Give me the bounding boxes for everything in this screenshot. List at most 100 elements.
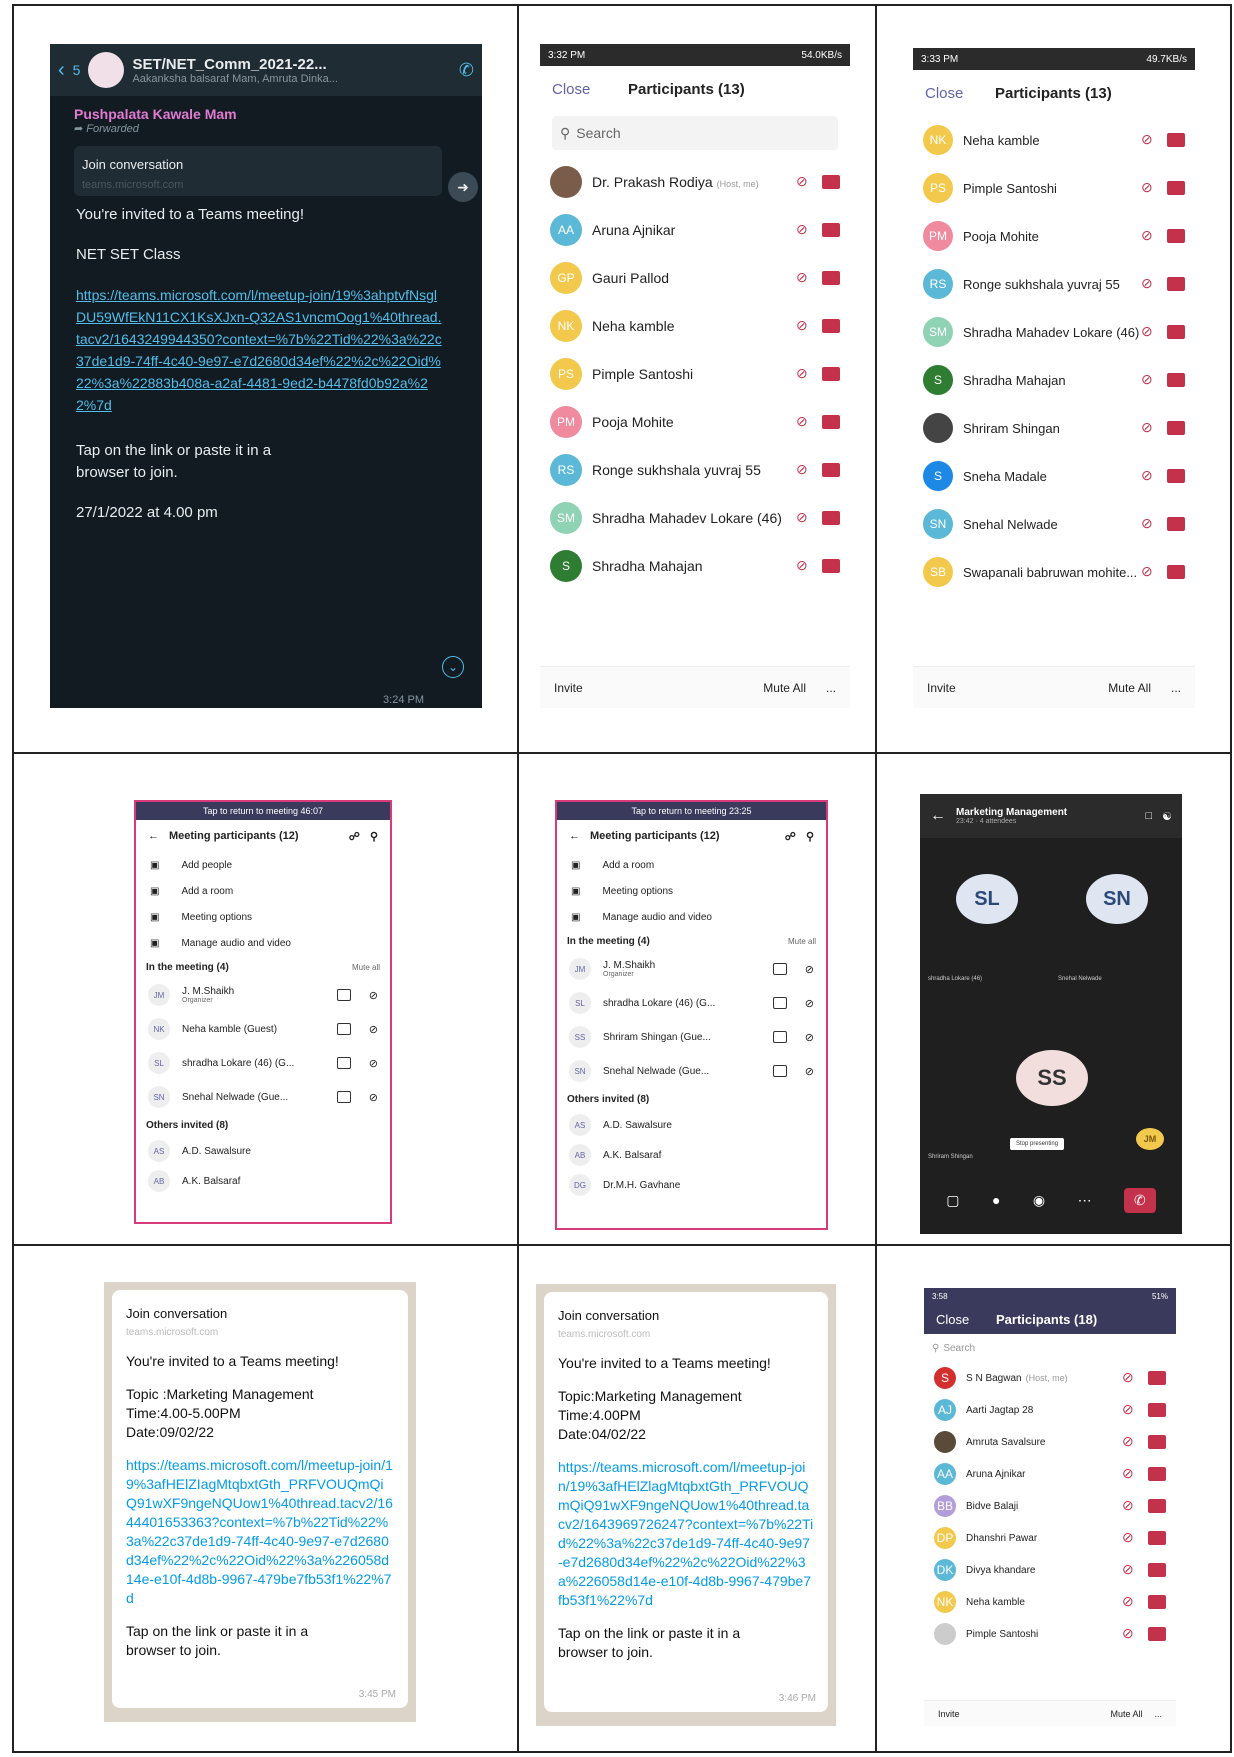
video-off-icon[interactable] [336, 1023, 351, 1035]
mic-off-icon[interactable]: ⊘ [796, 269, 808, 287]
meeting-link[interactable]: https://teams.microsoft.com/l/meetup-joi… [76, 284, 442, 416]
mic-off-icon[interactable]: ⊘ [1141, 371, 1153, 389]
video-off-icon[interactable] [772, 997, 787, 1009]
video-off-icon[interactable] [772, 963, 787, 975]
mic-off-icon[interactable]: ⊘ [1141, 467, 1153, 485]
mic-off-icon[interactable]: ⊘ [1141, 131, 1153, 149]
participant-row[interactable]: BB Bidve Balaji ⊘ [924, 1490, 1176, 1522]
meeting-option[interactable]: ▣ Manage audio and video [136, 930, 390, 956]
mic-off-icon[interactable]: ⊘ [1122, 1529, 1134, 1547]
back-arrow-icon[interactable]: ← [930, 807, 946, 825]
mic-off-icon[interactable]: ⊘ [1122, 1593, 1134, 1611]
mic-off-icon[interactable]: ⊘ [805, 1065, 814, 1078]
participant-row[interactable]: PS Pimple Santoshi ⊘ [540, 350, 850, 398]
participant-row[interactable]: SB Swapanali babruwan mohite... ⊘ [913, 548, 1195, 596]
video-off-icon[interactable] [336, 1091, 351, 1103]
join-preview[interactable]: Join conversation teams.microsoft.com [74, 146, 442, 196]
video-off-icon[interactable] [822, 463, 840, 477]
video-off-icon[interactable] [1167, 565, 1185, 579]
close-button[interactable]: Close [552, 81, 628, 98]
search-input[interactable]: ⚲ Search [552, 116, 838, 150]
video-off-icon[interactable] [1167, 421, 1185, 435]
mic-off-icon[interactable]: ⊘ [369, 989, 378, 1002]
video-off-icon[interactable] [1167, 229, 1185, 243]
mic-off-icon[interactable]: ⊘ [796, 365, 808, 383]
video-off-icon[interactable] [772, 1031, 787, 1043]
return-banner[interactable]: Tap to return to meeting 46:07 [136, 802, 390, 820]
back-arrow-icon[interactable]: ← [569, 830, 580, 842]
participant-row[interactable]: RS Ronge sukhshala yuvraj 55 ⊘ [540, 446, 850, 494]
participant-row[interactable]: RS Ronge sukhshala yuvraj 55 ⊘ [913, 260, 1195, 308]
chat-icon[interactable]: □ [1145, 810, 1152, 822]
mic-off-icon[interactable]: ⊘ [805, 963, 814, 976]
video-off-icon[interactable]: ▢ [946, 1192, 959, 1209]
meeting-option[interactable]: ▣ Manage audio and video [557, 904, 826, 930]
meeting-link[interactable]: https://teams.microsoft.com/l/meetup-joi… [126, 1456, 394, 1608]
video-off-icon[interactable] [1167, 133, 1185, 147]
search-icon[interactable]: ⚲ [806, 830, 814, 843]
mic-off-icon[interactable]: ⊘ [796, 509, 808, 527]
meeting-participant-row[interactable]: SL shradha Lokare (46) (G... ⊘ [136, 1046, 390, 1080]
participant-row[interactable]: S Shradha Mahajan ⊘ [540, 542, 850, 590]
video-off-icon[interactable] [1167, 181, 1185, 195]
mic-off-icon[interactable]: ⊘ [1122, 1465, 1134, 1483]
participant-row[interactable]: AA Aruna Ajnikar ⊘ [924, 1458, 1176, 1490]
participant-row[interactable]: Shriram Shingan ⊘ [913, 404, 1195, 452]
participant-row[interactable]: PS Pimple Santoshi ⊘ [913, 164, 1195, 212]
video-off-icon[interactable] [822, 319, 840, 333]
mic-off-icon[interactable]: ⊘ [796, 461, 808, 479]
mute-all-button[interactable]: Mute All [763, 681, 806, 695]
scroll-down-button[interactable]: ⌄ [442, 656, 464, 678]
share-icon[interactable]: ☍ [785, 830, 796, 843]
mic-off-icon[interactable]: ⊘ [1141, 179, 1153, 197]
join-title[interactable]: Join conversation [126, 1304, 394, 1323]
video-off-icon[interactable] [822, 559, 840, 573]
invited-participant-row[interactable]: DG Dr.M.H. Gavhane [557, 1170, 826, 1200]
mic-off-icon[interactable]: ⊘ [369, 1023, 378, 1036]
mute-all-button[interactable]: Mute All [1110, 1709, 1142, 1719]
video-off-icon[interactable] [822, 367, 840, 381]
video-off-icon[interactable] [822, 175, 840, 189]
meeting-option[interactable]: ▣ Add a room [557, 852, 826, 878]
participant-row[interactable]: AA Aruna Ajnikar ⊘ [540, 206, 850, 254]
close-button[interactable]: Close [936, 1312, 996, 1327]
meeting-link[interactable]: https://teams.microsoft.com/l/meetup-joi… [558, 1458, 814, 1610]
video-off-icon[interactable] [822, 271, 840, 285]
back-arrow-icon[interactable]: ← [148, 830, 159, 842]
return-banner[interactable]: Tap to return to meeting 23:25 [557, 802, 826, 820]
invited-participant-row[interactable]: AS A.D. Sawalsure [557, 1110, 826, 1140]
video-off-icon[interactable] [1148, 1403, 1166, 1417]
video-off-icon[interactable] [1167, 469, 1185, 483]
meeting-participant-row[interactable]: NK Neha kamble (Guest) ⊘ [136, 1012, 390, 1046]
join-title[interactable]: Join conversation [558, 1306, 814, 1325]
mic-off-icon[interactable]: ⊘ [1122, 1369, 1134, 1387]
mic-off-icon[interactable]: ⊘ [796, 557, 808, 575]
mic-off-icon[interactable]: ⊘ [1141, 323, 1153, 341]
participant-row[interactable]: PM Pooja Mohite ⊘ [540, 398, 850, 446]
mic-off-icon[interactable]: ⊘ [1141, 227, 1153, 245]
mic-off-icon[interactable]: ⊘ [796, 413, 808, 431]
invite-button[interactable]: Invite [927, 681, 956, 695]
mic-off-icon[interactable]: ⊘ [805, 997, 814, 1010]
video-off-icon[interactable] [1148, 1499, 1166, 1513]
speaker-icon[interactable]: ◉ [1033, 1192, 1045, 1209]
video-off-icon[interactable] [822, 415, 840, 429]
group-avatar[interactable] [88, 52, 125, 88]
mic-off-icon[interactable]: ⊘ [1122, 1625, 1134, 1643]
video-off-icon[interactable] [336, 989, 351, 1001]
hang-up-button[interactable]: ✆ [1124, 1187, 1156, 1213]
mic-off-icon[interactable]: ⊘ [1141, 419, 1153, 437]
meeting-participant-row[interactable]: SN Snehal Nelwade (Gue... ⊘ [557, 1054, 826, 1088]
back-arrow-icon[interactable]: ‹ [58, 59, 65, 82]
mic-off-icon[interactable]: ⊘ [1141, 515, 1153, 533]
invite-button[interactable]: Invite [938, 1709, 960, 1719]
invite-button[interactable]: Invite [554, 681, 583, 695]
participant-row[interactable]: PM Pooja Mohite ⊘ [913, 212, 1195, 260]
mic-off-icon[interactable]: ⊘ [1141, 275, 1153, 293]
mic-icon[interactable]: ● [992, 1192, 1000, 1208]
mic-off-icon[interactable]: ⊘ [369, 1091, 378, 1104]
video-off-icon[interactable] [1148, 1435, 1166, 1449]
participant-row[interactable]: SN Snehal Nelwade ⊘ [913, 500, 1195, 548]
mic-off-icon[interactable]: ⊘ [805, 1031, 814, 1044]
video-off-icon[interactable] [1167, 325, 1185, 339]
